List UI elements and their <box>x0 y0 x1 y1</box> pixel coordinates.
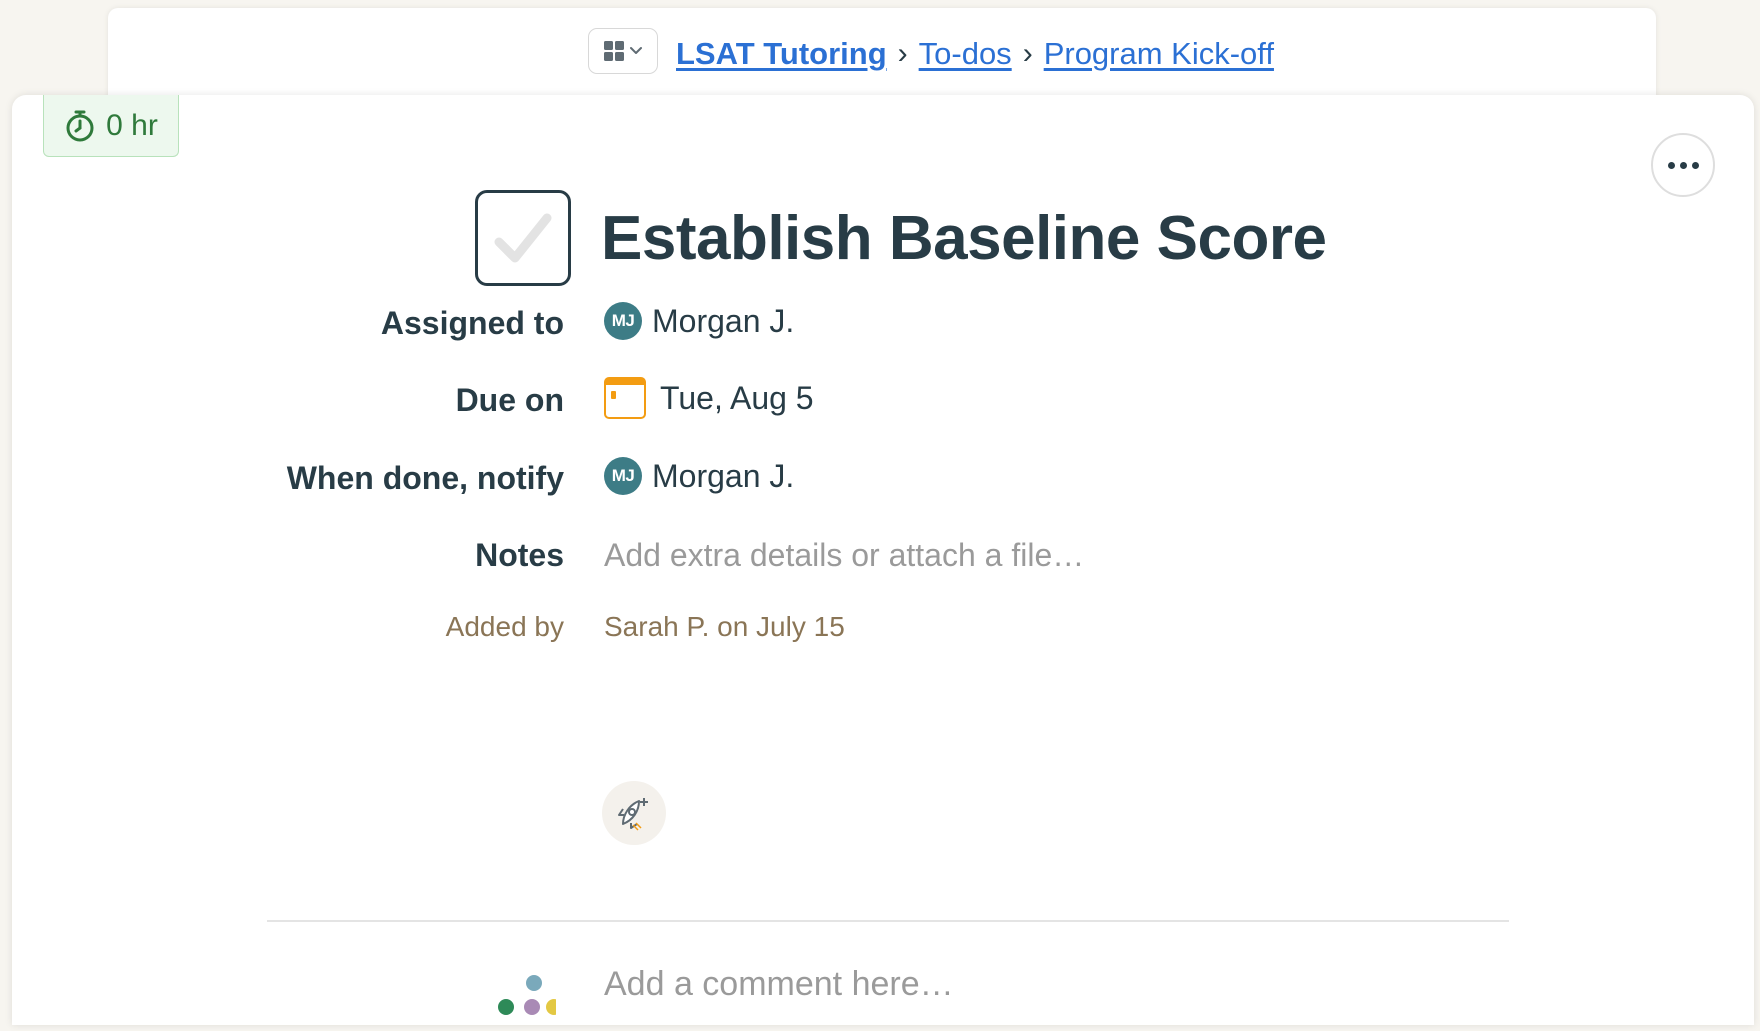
stopwatch-icon <box>66 110 94 141</box>
project-switcher-button[interactable] <box>588 28 658 74</box>
basecamp-dots-icon <box>498 975 556 1015</box>
todo-detail-card: 0 hr Establish Baseline Score Assigned t… <box>12 95 1754 1025</box>
notify-label: When done, notify <box>286 460 564 496</box>
comments-divider <box>267 920 1509 922</box>
top-navigation-bar: LSAT Tutoring › To-dos › Program Kick-of… <box>108 8 1656 100</box>
breadcrumb-todos-link[interactable]: To-dos <box>919 36 1012 72</box>
notes-label: Notes <box>475 537 564 573</box>
more-options-button[interactable] <box>1651 133 1715 197</box>
todo-title[interactable]: Establish Baseline Score <box>601 203 1327 274</box>
assigned-to-label: Assigned to <box>380 305 564 341</box>
grid-icon <box>603 41 624 61</box>
calendar-icon <box>604 377 646 419</box>
todo-title-row: Establish Baseline Score <box>475 190 1327 286</box>
avatar: MJ <box>604 302 642 340</box>
due-on-label: Due on <box>455 382 564 418</box>
breadcrumb-separator: › <box>897 37 908 70</box>
more-dot <box>1691 161 1699 169</box>
added-by-value: Sarah P. on July 15 <box>604 611 845 642</box>
todo-complete-checkbox[interactable] <box>475 190 571 286</box>
more-dot <box>1679 161 1687 169</box>
notify-name: Morgan J. <box>652 457 795 494</box>
due-date-value[interactable]: Tue, Aug 5 <box>604 377 814 419</box>
checkmark-icon <box>494 213 552 263</box>
assigned-to-value[interactable]: MJ Morgan J. <box>604 302 794 340</box>
rocket-icon <box>618 798 648 831</box>
breadcrumb-list-link[interactable]: Program Kick-off <box>1044 36 1274 72</box>
avatar: MJ <box>604 457 642 495</box>
chevron-down-icon <box>629 47 642 54</box>
timer-label: 0 hr <box>106 108 158 142</box>
breadcrumb: LSAT Tutoring › To-dos › Program Kick-of… <box>676 36 1274 72</box>
boost-button[interactable] <box>602 781 666 845</box>
breadcrumb-separator: › <box>1022 37 1033 70</box>
assignee-name: Morgan J. <box>652 302 795 339</box>
added-by-label: Added by <box>445 611 564 642</box>
comment-input[interactable]: Add a comment here… <box>604 965 954 1004</box>
time-tracking-badge[interactable]: 0 hr <box>43 95 179 157</box>
due-date-text: Tue, Aug 5 <box>660 379 814 416</box>
more-dot <box>1667 161 1675 169</box>
notes-field[interactable]: Add extra details or attach a file… <box>604 537 1084 574</box>
breadcrumb-project-link[interactable]: LSAT Tutoring <box>676 36 887 72</box>
notify-value[interactable]: MJ Morgan J. <box>604 457 794 495</box>
